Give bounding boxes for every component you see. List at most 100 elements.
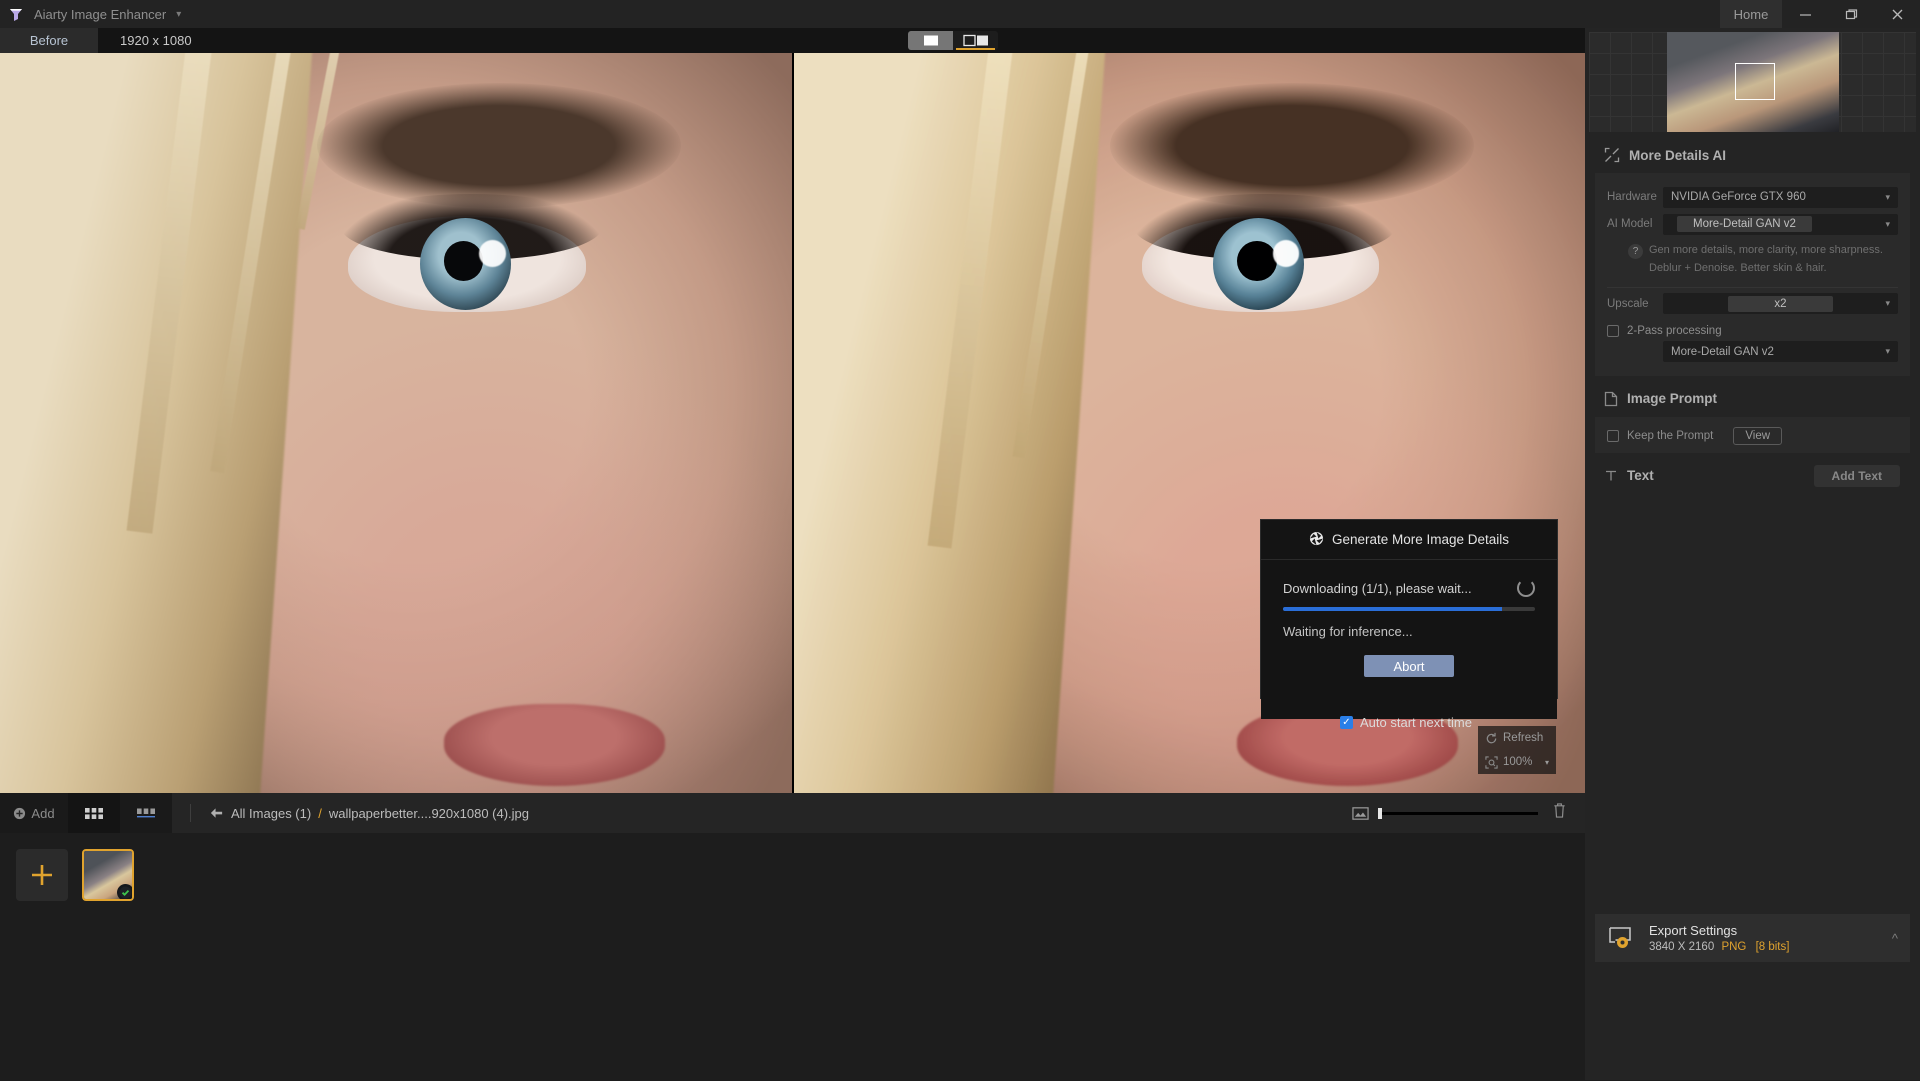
upscale-label: Upscale bbox=[1607, 297, 1649, 310]
two-pass-model-row[interactable]: More-Detail GAN v2 ▾ bbox=[1607, 340, 1898, 364]
card-divider bbox=[1607, 286, 1898, 288]
plus-icon bbox=[32, 865, 52, 885]
breadcrumb-separator: / bbox=[318, 805, 322, 821]
chevron-down-icon[interactable]: ▾ bbox=[1885, 192, 1890, 203]
hardware-label: Hardware bbox=[1607, 191, 1657, 203]
zoom-level-control[interactable]: 100% ▾ bbox=[1478, 750, 1556, 774]
slider-track[interactable] bbox=[1378, 807, 1538, 819]
download-status-text: Downloading (1/1), please wait... bbox=[1283, 580, 1472, 596]
progress-bar-track bbox=[1283, 607, 1535, 611]
grid-view-button[interactable] bbox=[68, 793, 120, 833]
hardware-row[interactable]: Hardware NVIDIA GeForce GTX 960 ▾ bbox=[1607, 185, 1898, 209]
home-button[interactable]: Home bbox=[1720, 0, 1782, 28]
viewport-rectangle[interactable] bbox=[1735, 63, 1775, 100]
view-prompt-button[interactable]: View bbox=[1733, 426, 1783, 445]
keep-prompt-label: Keep the Prompt bbox=[1627, 429, 1714, 442]
dialog-title: Generate More Image Details bbox=[1331, 532, 1510, 547]
chevron-down-icon[interactable]: ▾ bbox=[1885, 298, 1890, 309]
export-bit-depth: [8 bits] bbox=[1755, 941, 1790, 953]
section-header-image-prompt: Image Prompt bbox=[1585, 386, 1920, 412]
spinner-icon bbox=[1517, 579, 1535, 597]
chevron-down-icon[interactable]: ▾ bbox=[1885, 219, 1890, 230]
slider-handle[interactable] bbox=[1378, 807, 1382, 819]
navigator-preview[interactable] bbox=[1589, 32, 1916, 132]
section-header-more-details: More Details AI bbox=[1585, 142, 1920, 168]
text-icon bbox=[1606, 470, 1616, 481]
viewer-float-controls[interactable]: Refresh 100% ▾ bbox=[1478, 726, 1556, 774]
two-pass-model-select[interactable]: More-Detail GAN v2 ▾ bbox=[1663, 341, 1898, 363]
chevron-down-icon[interactable]: ▾ bbox=[176, 9, 181, 20]
close-icon[interactable] bbox=[1874, 0, 1920, 28]
delete-button[interactable] bbox=[1552, 802, 1567, 824]
restore-icon[interactable] bbox=[1828, 0, 1874, 28]
two-pass-checkbox[interactable] bbox=[1607, 324, 1619, 337]
export-title: Export Settings bbox=[1649, 923, 1738, 938]
auto-start-label: Auto start next time bbox=[1360, 715, 1472, 730]
question-icon[interactable]: ? bbox=[1628, 244, 1643, 259]
list-view-button[interactable] bbox=[120, 793, 172, 833]
minimize-icon[interactable] bbox=[1782, 0, 1828, 28]
auto-start-checkbox-row[interactable]: ✓ Auto start next time bbox=[1340, 715, 1472, 730]
hardware-value: NVIDIA GeForce GTX 960 bbox=[1671, 191, 1806, 203]
inference-status-text: Waiting for inference... bbox=[1283, 624, 1413, 639]
add-images-button[interactable]: Add bbox=[0, 793, 68, 833]
zoom-level-label: 100% bbox=[1503, 756, 1533, 768]
trash-icon bbox=[1554, 803, 1565, 818]
before-image-pane[interactable] bbox=[0, 53, 792, 793]
plus-circle-icon bbox=[14, 807, 26, 819]
list-view-icon bbox=[137, 808, 155, 817]
title-bar: Aiarty Image Enhancer ▾ Home bbox=[0, 0, 1920, 28]
export-settings-bar[interactable]: Export Settings 3840 X 2160 PNG [8 bits]… bbox=[1595, 914, 1910, 962]
ai-model-row[interactable]: AI Model More-Detail GAN v2 ▾ bbox=[1607, 212, 1898, 236]
keep-prompt-row[interactable]: Keep the Prompt View bbox=[1607, 426, 1898, 445]
ai-model-label: AI Model bbox=[1607, 218, 1653, 230]
breadcrumb[interactable]: All Images (1) / wallpaperbetter....920x… bbox=[209, 806, 529, 821]
keep-prompt-checkbox[interactable] bbox=[1607, 429, 1619, 442]
ai-model-select[interactable]: More-Detail GAN v2 ▾ bbox=[1663, 213, 1898, 235]
hardware-select[interactable]: NVIDIA GeForce GTX 960 ▾ bbox=[1663, 186, 1898, 208]
export-meta: 3840 X 2160 PNG [8 bits] bbox=[1649, 941, 1789, 953]
aperture-icon bbox=[1309, 531, 1324, 549]
ai-model-description-line1: Gen more details, more clarity, more sha… bbox=[1649, 244, 1883, 256]
chevron-up-icon[interactable]: ^ bbox=[1892, 931, 1898, 946]
export-resolution: 3840 X 2160 bbox=[1649, 941, 1715, 953]
two-pass-model-value: More-Detail GAN v2 bbox=[1671, 345, 1774, 358]
filmstrip-thumbnail[interactable] bbox=[82, 849, 134, 901]
breadcrumb-file[interactable]: wallpaperbetter....920x1080 (4).jpg bbox=[329, 806, 529, 821]
expand-ai-icon bbox=[1604, 147, 1620, 163]
abort-button[interactable]: Abort bbox=[1364, 655, 1454, 677]
right-settings-panel[interactable]: More Details AI Hardware NVIDIA GeForce … bbox=[1585, 28, 1920, 1080]
breadcrumb-root[interactable]: All Images (1) bbox=[231, 806, 311, 821]
arrow-left-icon bbox=[210, 808, 223, 818]
image-size-icon bbox=[1352, 806, 1369, 820]
view-mode-toggle[interactable] bbox=[908, 31, 998, 50]
bottom-toolbar: Add All Images (1) / wallpaperbetter....… bbox=[0, 793, 1585, 833]
progress-bar-fill bbox=[1283, 607, 1503, 611]
auto-start-checkbox[interactable]: ✓ bbox=[1340, 716, 1353, 729]
two-pass-label: 2-Pass processing bbox=[1627, 324, 1722, 337]
refresh-button[interactable]: Refresh bbox=[1478, 726, 1556, 750]
generate-details-dialog[interactable]: Generate More Image Details Downloading … bbox=[1260, 519, 1558, 719]
refresh-icon bbox=[1486, 732, 1497, 743]
upscale-value: x2 bbox=[1728, 295, 1833, 312]
chevron-down-icon[interactable]: ▾ bbox=[1545, 758, 1549, 767]
export-format: PNG bbox=[1721, 941, 1747, 953]
split-view-icon[interactable] bbox=[953, 31, 998, 50]
ai-model-description-line2: Deblur + Denoise. Better skin & hair. bbox=[1649, 261, 1827, 274]
more-details-card[interactable]: Hardware NVIDIA GeForce GTX 960 ▾ AI Mod… bbox=[1595, 173, 1910, 376]
single-view-icon[interactable] bbox=[908, 31, 953, 50]
upscale-row[interactable]: Upscale x2 ▾ bbox=[1607, 292, 1898, 316]
download-status-row: Downloading (1/1), please wait... bbox=[1283, 579, 1535, 597]
document-icon bbox=[1604, 391, 1618, 407]
chevron-down-icon[interactable]: ▾ bbox=[1885, 346, 1890, 357]
tab-before[interactable]: Before bbox=[0, 28, 98, 53]
add-label: Add bbox=[31, 805, 55, 821]
add-text-button[interactable]: Add Text bbox=[1813, 464, 1900, 487]
two-pass-row[interactable]: 2-Pass processing bbox=[1607, 324, 1898, 337]
thumbnail-size-slider[interactable] bbox=[1352, 806, 1538, 821]
add-image-tile[interactable] bbox=[16, 849, 68, 901]
upscale-select[interactable]: x2 ▾ bbox=[1663, 293, 1898, 315]
grid-view-icon bbox=[85, 807, 103, 819]
filmstrip[interactable] bbox=[0, 833, 1585, 1080]
image-prompt-card[interactable]: Keep the Prompt View bbox=[1595, 416, 1910, 453]
